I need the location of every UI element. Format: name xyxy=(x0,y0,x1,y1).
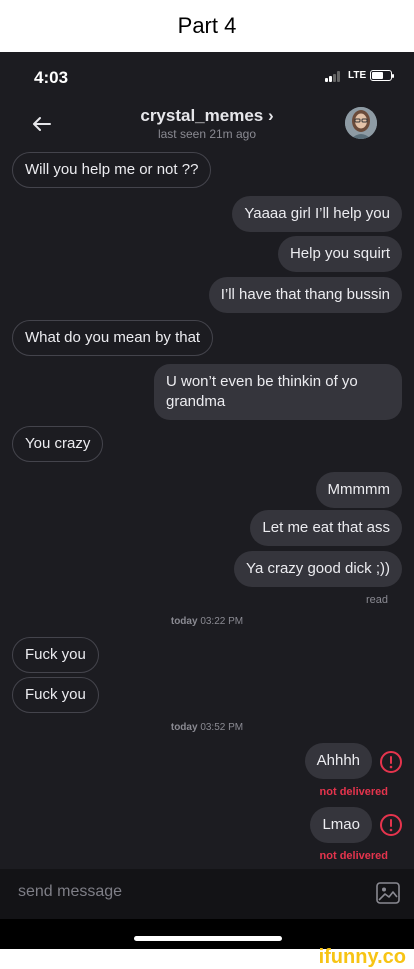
timestamp: today 03:22 PM xyxy=(0,616,414,627)
read-receipt: read xyxy=(365,594,388,606)
ifunny-watermark: ifunny.co xyxy=(318,946,406,968)
message-bubble-outgoing[interactable]: Lmao xyxy=(310,807,372,843)
timestamp-time: 03:22 PM xyxy=(200,616,244,627)
network-type: LTE xyxy=(348,70,367,81)
message-bubble-outgoing[interactable]: Yaaaa girl I’ll help you xyxy=(232,196,402,232)
message-bubble-incoming[interactable]: Will you help me or not ?? xyxy=(12,152,212,188)
message-bubble-outgoing[interactable]: I’ll have that thang bussin xyxy=(208,277,402,313)
message-bubble-incoming[interactable]: What do you mean by that xyxy=(12,320,214,356)
message-composer[interactable]: send message xyxy=(0,869,414,919)
post-caption: Part 4 xyxy=(0,0,414,52)
message-bubble-incoming[interactable]: You crazy xyxy=(12,426,104,462)
message-bubble-outgoing[interactable]: Help you squirt xyxy=(277,236,402,272)
message-bubble-outgoing[interactable]: Let me eat that ass xyxy=(250,510,402,546)
not-delivered-label: not delivered xyxy=(319,786,388,798)
message-bubble-outgoing[interactable]: U won’t even be thinkin of yo grandma xyxy=(154,364,402,420)
chat-screen: 4:03 LTE crystal_memes › last seen 21m a… xyxy=(0,52,414,949)
timestamp-time: 03:52 PM xyxy=(200,722,244,733)
image-icon[interactable] xyxy=(376,882,400,904)
signal-icon xyxy=(325,71,345,82)
exclamation-circle-icon[interactable] xyxy=(379,750,403,774)
battery-icon xyxy=(370,70,394,81)
message-bubble-outgoing[interactable]: Ya crazy good dick ;)) xyxy=(234,551,402,587)
timestamp-day: today xyxy=(170,722,198,733)
exclamation-circle-icon[interactable] xyxy=(379,813,403,837)
home-bar-area xyxy=(0,919,414,949)
message-bubble-incoming[interactable]: Fuck you xyxy=(12,637,99,673)
status-bar: 4:03 LTE xyxy=(0,52,414,102)
status-time: 4:03 xyxy=(34,68,69,87)
message-bubble-outgoing[interactable]: Mmmmm xyxy=(315,472,402,508)
not-delivered-label: not delivered xyxy=(319,850,388,862)
home-indicator[interactable] xyxy=(134,936,282,941)
message-bubble-incoming[interactable]: Fuck you xyxy=(12,677,99,713)
message-input[interactable]: send message xyxy=(18,883,122,901)
timestamp: today 03:52 PM xyxy=(0,722,414,733)
footer-strip: ifunny.co xyxy=(0,946,414,969)
chat-header: crystal_memes › last seen 21m ago xyxy=(0,102,414,148)
timestamp-day: today xyxy=(170,616,198,627)
message-bubble-outgoing[interactable]: Ahhhh xyxy=(304,743,372,779)
avatar[interactable] xyxy=(345,107,377,139)
